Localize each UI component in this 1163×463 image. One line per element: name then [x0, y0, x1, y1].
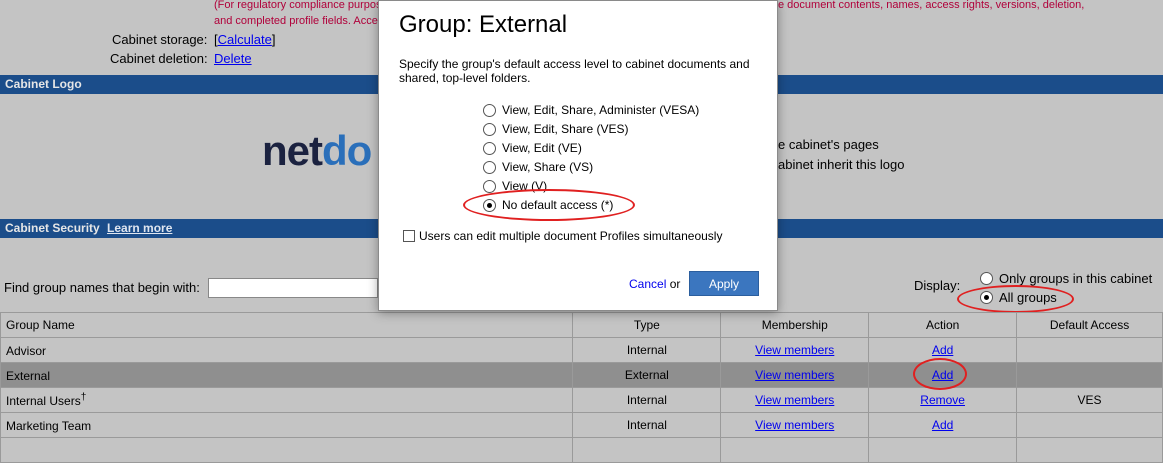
header-type: Type	[572, 312, 722, 338]
remove-link[interactable]: Remove	[920, 393, 965, 407]
netdocuments-logo: netdo	[262, 127, 372, 175]
calculate-link[interactable]: Calculate	[218, 32, 272, 47]
header-action: Action	[868, 312, 1018, 338]
compliance-note-line2: and completed profile fields. Accep	[214, 15, 384, 27]
add-link[interactable]: Add	[932, 343, 953, 357]
header-group-name: Group Name	[0, 312, 574, 338]
annotation-oval-add	[913, 358, 967, 390]
view-members-link[interactable]: View members	[755, 368, 834, 382]
groups-table: Group Name Type Membership Action Defaul…	[0, 312, 1163, 463]
membership-cell: View members	[720, 362, 870, 388]
table-row: Marketing Team Internal View members Add	[0, 412, 1163, 438]
access-option-label: View, Edit (VE)	[502, 141, 582, 155]
access-option-ves[interactable]: View, Edit, Share (VES)	[483, 120, 629, 138]
access-option-label: View, Edit, Share, Administer (VESA)	[502, 103, 700, 117]
group-name-cell: Advisor	[0, 337, 574, 363]
delete-link[interactable]: Delete	[214, 51, 252, 66]
display-option-label: Only groups in this cabinet	[999, 271, 1153, 286]
radio-ves[interactable]	[483, 122, 496, 136]
or-text: or	[669, 277, 681, 291]
header-membership: Membership	[720, 312, 870, 338]
logo-accent-text: do	[322, 127, 372, 174]
access-option-label: View, Share (VS)	[502, 160, 594, 174]
dialog-description: Specify the group's default access level…	[399, 57, 750, 85]
view-members-link[interactable]: View members	[755, 343, 834, 357]
membership-cell: View members	[720, 387, 870, 413]
find-group-input[interactable]	[208, 278, 378, 298]
default-access-cell	[1016, 337, 1163, 363]
cabinet-logo-title: Cabinet Logo	[5, 77, 82, 91]
logo-main-text: net	[262, 127, 323, 174]
add-link[interactable]: Add	[932, 418, 953, 432]
default-access-cell: VES	[1016, 387, 1163, 413]
radio-vs[interactable]	[483, 160, 496, 174]
type-cell: External	[572, 362, 722, 388]
display-label: Display:	[914, 278, 961, 293]
access-option-vesa[interactable]: View, Edit, Share, Administer (VESA)	[483, 101, 699, 119]
view-members-link[interactable]: View members	[755, 418, 834, 432]
table-row: Advisor Internal View members Add	[0, 337, 1163, 363]
table-header-row: Group Name Type Membership Action Defaul…	[0, 312, 1163, 338]
access-option-vs[interactable]: View, Share (VS)	[483, 158, 593, 176]
cabinet-deletion-label: Cabinet deletion:	[110, 51, 208, 66]
radio-v[interactable]	[483, 179, 496, 193]
view-members-link[interactable]: View members	[755, 393, 834, 407]
membership-cell: View members	[720, 412, 870, 438]
table-row-selected: External External View members Add	[0, 362, 1163, 388]
find-group-label: Find group names that begin with:	[4, 280, 200, 295]
dialog-title: Group: External	[399, 11, 568, 38]
type-cell: Internal	[572, 412, 722, 438]
multi-profile-edit-checkbox[interactable]	[403, 230, 415, 242]
action-cell: Add	[868, 412, 1018, 438]
multi-profile-edit-label: Users can edit multiple document Profile…	[419, 229, 723, 243]
logo-option-text-2: abinet inherit this logo	[778, 157, 905, 172]
table-row-partial	[0, 437, 1163, 463]
type-cell: Internal	[572, 337, 722, 363]
dialog-actions: Cancel or	[629, 277, 680, 291]
group-name-cell: External	[0, 362, 574, 388]
cancel-link[interactable]: Cancel	[629, 277, 666, 291]
access-option-label: View, Edit, Share (VES)	[502, 122, 629, 136]
annotation-oval-no-default	[463, 189, 635, 221]
cabinet-storage-value: [Calculate]	[214, 32, 275, 47]
compliance-note-line1-right: e document contents, names, access right…	[778, 0, 1085, 11]
compliance-note-line1: (For regulatory compliance purpos	[214, 0, 382, 11]
access-option-ve[interactable]: View, Edit (VE)	[483, 139, 582, 157]
multi-profile-edit-option[interactable]: Users can edit multiple document Profile…	[403, 227, 722, 245]
radio-ve[interactable]	[483, 141, 496, 155]
table-row: Internal Users† Internal View members Re…	[0, 387, 1163, 413]
group-access-dialog: Group: External Specify the group's defa…	[378, 0, 778, 311]
annotation-oval-all-groups	[957, 285, 1074, 313]
group-name-cell: Marketing Team	[0, 412, 574, 438]
group-name-cell: Internal Users†	[0, 387, 574, 413]
type-cell: Internal	[572, 387, 722, 413]
radio-cabinet-only[interactable]	[980, 272, 993, 285]
display-option-cabinet-only[interactable]: Only groups in this cabinet	[980, 271, 1152, 286]
default-access-cell	[1016, 362, 1163, 388]
logo-option-text-1: e cabinet's pages	[778, 137, 879, 152]
cabinet-storage-label: Cabinet storage:	[112, 32, 208, 47]
storage-bracket-close: ]	[271, 32, 276, 47]
default-access-cell	[1016, 412, 1163, 438]
learn-more-link[interactable]: Learn more	[107, 221, 172, 235]
membership-cell: View members	[720, 337, 870, 363]
apply-button[interactable]: Apply	[689, 271, 759, 296]
radio-vesa[interactable]	[483, 103, 496, 117]
action-cell: Remove	[868, 387, 1018, 413]
cabinet-security-title: Cabinet Security	[5, 221, 100, 235]
header-default-access: Default Access	[1016, 312, 1163, 338]
